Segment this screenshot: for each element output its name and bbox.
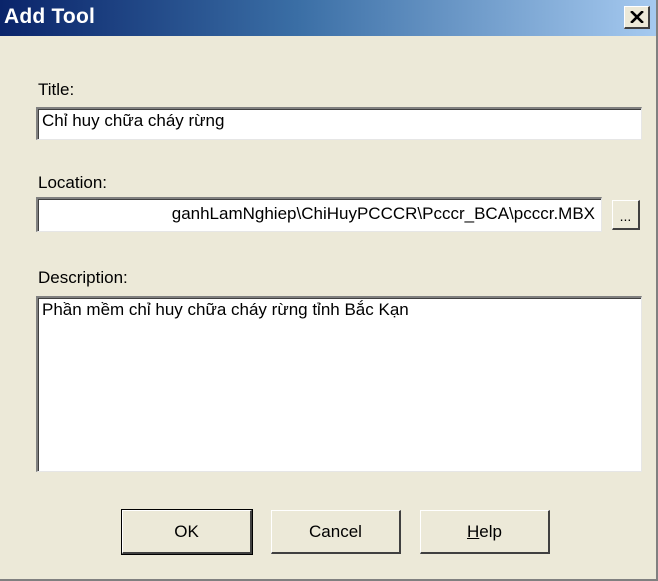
title-bar[interactable]: Add Tool: [0, 0, 656, 36]
location-field-value: ganhLamNghiep\ChiHuyPCCCR\Pcccr_BCA\pccc…: [171, 204, 595, 223]
description-field[interactable]: Phần mềm chỉ huy chữa cháy rừng tỉnh Bắc…: [36, 296, 642, 472]
window-title: Add Tool: [4, 5, 96, 28]
description-label: Description:: [38, 268, 128, 287]
location-label: Location:: [38, 173, 107, 192]
cancel-button[interactable]: Cancel: [271, 510, 401, 554]
description-field-value: Phần mềm chỉ huy chữa cháy rừng tỉnh Bắc…: [42, 300, 409, 319]
add-tool-dialog: Add Tool Title: Chỉ huy chữa cháy rừng L…: [0, 0, 658, 581]
help-button[interactable]: Help: [420, 510, 550, 554]
help-label-rest: elp: [479, 521, 502, 541]
help-mnemonic: H: [467, 521, 480, 541]
close-icon: [629, 11, 644, 23]
title-label: Title:: [38, 80, 75, 99]
close-button[interactable]: [624, 6, 650, 29]
title-field[interactable]: Chỉ huy chữa cháy rừng: [36, 107, 642, 140]
ok-button[interactable]: OK: [121, 509, 253, 555]
browse-button[interactable]: ...: [612, 200, 640, 230]
location-field[interactable]: ganhLamNghiep\ChiHuyPCCCR\Pcccr_BCA\pccc…: [36, 197, 602, 232]
title-field-value: Chỉ huy chữa cháy rừng: [42, 111, 225, 130]
